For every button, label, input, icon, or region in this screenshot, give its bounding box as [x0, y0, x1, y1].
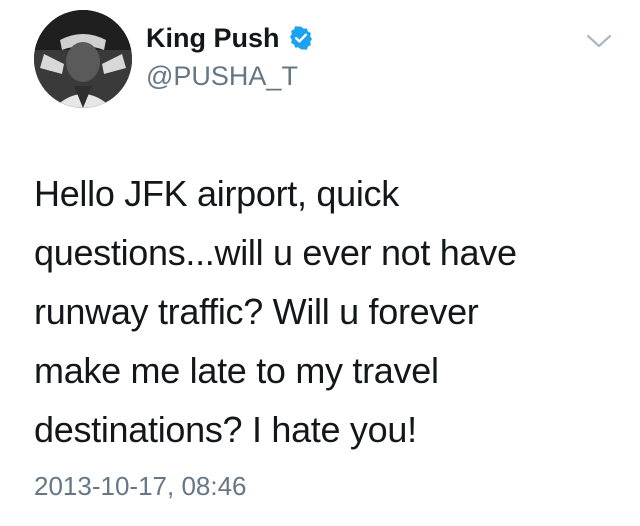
tweet-text: Hello JFK airport, quick questions...wil…	[34, 164, 594, 459]
tweet-timestamp[interactable]: 2013-10-17, 08:46	[34, 470, 247, 502]
tweet-text-line: questions...will u ever not have	[34, 232, 517, 273]
verified-badge-icon	[288, 25, 314, 51]
avatar-photo	[34, 10, 132, 108]
tweet-card: King Push @PUSHA_T Hello JFK airport, qu…	[0, 0, 640, 526]
tweet-text-line: destinations? I hate you!	[34, 409, 417, 450]
author-handle[interactable]: @PUSHA_T	[146, 60, 298, 92]
tweet-text-line: Hello JFK airport, quick	[34, 173, 399, 214]
author-name-row: King Push	[146, 22, 314, 54]
avatar[interactable]	[34, 10, 132, 108]
tweet-text-line: make me late to my travel	[34, 350, 439, 391]
tweet-text-line: runway traffic? Will u forever	[34, 291, 479, 332]
display-name[interactable]: King Push	[146, 22, 280, 54]
chevron-down-icon[interactable]	[584, 30, 614, 52]
